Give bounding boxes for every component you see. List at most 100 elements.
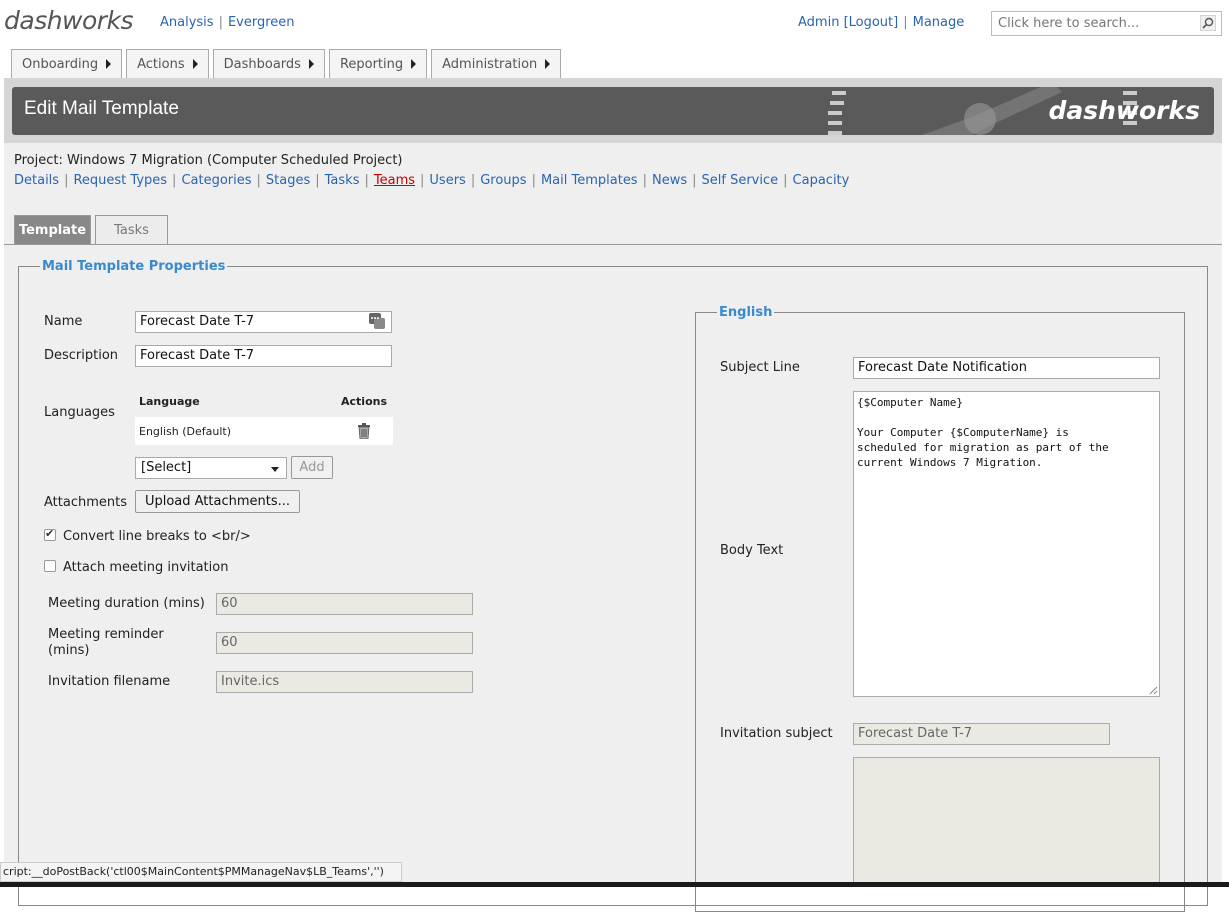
project-title: Project: Windows 7 Migration (Computer S… [14, 153, 403, 168]
project-link-groups[interactable]: Groups [480, 173, 526, 188]
tab-tasks[interactable]: Tasks [95, 215, 168, 245]
subject-line-field[interactable]: Forecast Date Notification [853, 357, 1160, 379]
attachments-label: Attachments [44, 495, 127, 510]
project-link-stages[interactable]: Stages [266, 173, 310, 188]
actions-cell [335, 423, 393, 439]
project-link-self-service[interactable]: Self Service [702, 173, 779, 188]
admin-logout-link[interactable]: Admin [Logout] [798, 15, 898, 30]
separator: | [64, 173, 69, 188]
trash-icon[interactable] [357, 423, 371, 439]
arrow-right-icon [308, 59, 314, 69]
project-link-users[interactable]: Users [429, 173, 465, 188]
name-field[interactable]: Forecast Date T-7 [135, 311, 392, 333]
arrow-right-icon [411, 59, 417, 69]
project-nav: Details | Request Types | Categories | Stages |… [14, 173, 849, 188]
subject-line-label: Subject Line [720, 360, 800, 375]
project-link-categories[interactable]: Categories [181, 173, 251, 188]
dashworks-logo[interactable]: dashworks [4, 6, 134, 35]
field-value: Forecast Date T-7 [858, 726, 973, 741]
manage-link[interactable]: Manage [913, 15, 965, 30]
select-value: [Select] [141, 460, 192, 475]
evergreen-link[interactable]: Evergreen [228, 15, 295, 30]
nav-actions[interactable]: Actions [126, 49, 209, 78]
separator: | [531, 173, 536, 188]
nav-dashboards[interactable]: Dashboards [212, 49, 325, 78]
language-select[interactable]: [Select] [135, 457, 287, 479]
description-value: Forecast Date T-7 [140, 348, 255, 363]
analysis-link[interactable]: Analysis [160, 15, 214, 30]
column-header-language: Language [139, 394, 200, 408]
invitation-subject-field[interactable]: Forecast Date T-7 [853, 723, 1110, 745]
column-header-actions: Actions [341, 394, 387, 408]
nav-label: Reporting [339, 56, 404, 72]
button-label: Upload Attachments... [144, 494, 291, 509]
search-input[interactable] [992, 12, 1192, 35]
search-box [991, 11, 1222, 36]
attach-meeting-checkbox[interactable] [44, 560, 56, 572]
project-info: Project: Windows 7 Migration (Computer S… [4, 143, 1222, 244]
tab-template[interactable]: Template [14, 215, 91, 245]
project-link-details[interactable]: Details [14, 173, 59, 188]
nav-label: Administration [442, 56, 538, 72]
project-link-capacity[interactable]: Capacity [793, 173, 850, 188]
arrow-right-icon [192, 59, 198, 69]
field-value: Forecast Date Notification [858, 360, 1027, 375]
separator: | [172, 173, 177, 188]
main-nav: Onboarding Actions Dashboards Reporting … [11, 49, 565, 78]
separator: | [783, 173, 788, 188]
admin-links: Admin [Logout] | Manage [798, 15, 964, 30]
description-field[interactable]: Forecast Date T-7 [135, 345, 392, 367]
project-link-news[interactable]: News [652, 173, 687, 188]
separator: | [903, 15, 908, 30]
project-link-request-types[interactable]: Request Types [73, 173, 167, 188]
field-value: 60 [221, 596, 238, 611]
meeting-reminder-label: Meeting reminder (mins) [48, 627, 164, 658]
top-links: Analysis | Evergreen [160, 15, 295, 30]
button-label: Add [299, 460, 325, 475]
attach-meeting-label: Attach meeting invitation [63, 560, 229, 575]
project-link-mail-templates[interactable]: Mail Templates [541, 173, 638, 188]
nav-label: Dashboards [223, 56, 301, 72]
name-value: Forecast Date T-7 [140, 314, 255, 329]
invitation-filename-field[interactable]: Invite.ics [216, 671, 473, 693]
chevron-down-icon [271, 467, 279, 472]
banner-inner: Edit Mail Template dashworks [12, 87, 1214, 135]
status-text: cript:__doPostBack('ctl00$MainContent$PM… [3, 865, 384, 878]
banner-logo: dashworks [1048, 96, 1200, 125]
separator: | [642, 173, 647, 188]
meeting-reminder-field[interactable]: 60 [216, 632, 473, 654]
project-link-teams[interactable]: Teams [374, 173, 415, 188]
invitation-body-area[interactable] [853, 757, 1160, 887]
tab-label: Template [18, 223, 87, 238]
table-row: English (Default) [135, 417, 393, 445]
body-text-label: Body Text [720, 543, 784, 558]
invitation-filename-label: Invitation filename [48, 674, 171, 689]
resize-handle-icon[interactable] [1149, 686, 1158, 695]
upload-attachments-button[interactable]: Upload Attachments... [135, 490, 300, 513]
project-link-tasks[interactable]: Tasks [325, 173, 360, 188]
languages-label: Languages [44, 405, 115, 420]
search-icon[interactable] [1200, 15, 1216, 31]
translate-icon[interactable] [368, 312, 386, 330]
nav-administration[interactable]: Administration [431, 49, 562, 78]
mail-template-properties-legend: Mail Template Properties [40, 259, 228, 274]
english-legend: English [717, 305, 775, 320]
add-language-button[interactable]: Add [291, 456, 333, 479]
nav-label: Actions [137, 56, 185, 72]
separator: | [256, 173, 261, 188]
body-text-area[interactable]: {$Computer Name} Your Computer {$Compute… [853, 391, 1160, 697]
nav-label: Onboarding [22, 56, 99, 72]
nav-onboarding[interactable]: Onboarding [11, 49, 123, 78]
separator: | [420, 173, 425, 188]
body-text-value: {$Computer Name} Your Computer {$Compute… [857, 396, 1109, 469]
description-label: Description [44, 348, 119, 363]
convert-line-breaks-checkbox[interactable] [44, 527, 56, 541]
arrow-right-icon [545, 59, 551, 69]
nav-reporting[interactable]: Reporting [328, 49, 428, 78]
main-content: Mail Template Properties Name Forecast D… [4, 245, 1222, 912]
speedometer-graphic [828, 87, 1062, 135]
convert-line-breaks-label: Convert line breaks to <br/> [63, 529, 251, 544]
bottom-strip [0, 882, 1229, 887]
separator: | [315, 173, 320, 188]
meeting-duration-field[interactable]: 60 [216, 593, 473, 615]
